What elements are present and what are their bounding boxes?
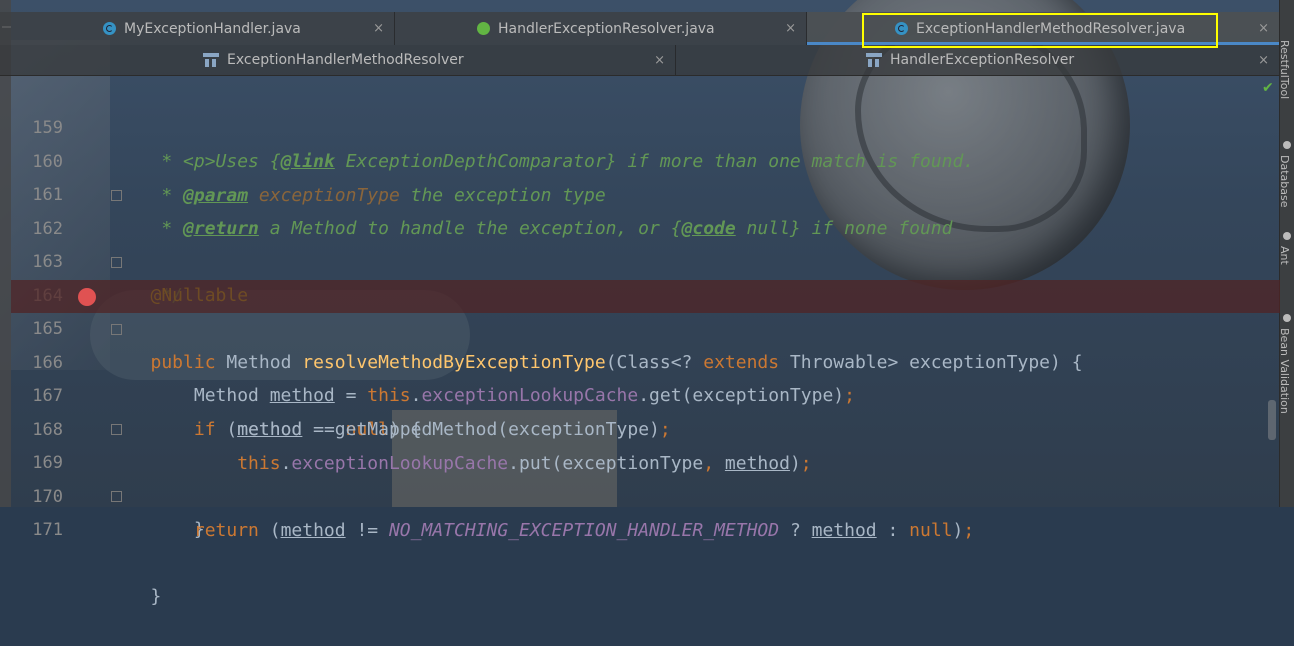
code-line: 161 * @return a Method to handle the exc… bbox=[11, 146, 1280, 239]
code-line: 162 */ bbox=[11, 180, 1280, 306]
structure-icon bbox=[866, 53, 882, 67]
breakpoint-icon[interactable] bbox=[78, 288, 96, 306]
code-line: 167 method = getMappedMethod(exceptionTy… bbox=[11, 347, 1280, 440]
code-line: 163 @Nullable bbox=[11, 213, 1280, 306]
right-tool-sidebar: RestfulTool Database Ant Bean Validation bbox=[1278, 0, 1294, 507]
structure-tabs: ExceptionHandlerMethodResolver × Handler… bbox=[0, 45, 1280, 76]
code-line: 168 this.exceptionLookupCache.put(except… bbox=[11, 381, 1280, 474]
ant-icon bbox=[1283, 232, 1291, 240]
close-icon[interactable]: × bbox=[1258, 53, 1269, 68]
structure-icon bbox=[203, 53, 219, 67]
bean-validation-icon bbox=[1283, 314, 1291, 322]
fold-marker-icon[interactable] bbox=[111, 491, 122, 502]
database-icon bbox=[1283, 141, 1291, 149]
code-line: 166 if (method == null) { bbox=[11, 314, 1280, 440]
code-line: 170 return (method != NO_MATCHING_EXCEPT… bbox=[11, 448, 1280, 541]
code-text: return (method != NO_MATCHING_EXCEPTION_… bbox=[118, 520, 975, 541]
left-tool-strip bbox=[0, 0, 11, 507]
code-line: 160 * @param exceptionType the exception… bbox=[11, 113, 1280, 206]
interface-i-icon bbox=[477, 22, 490, 35]
class-c-icon bbox=[103, 22, 116, 35]
code-line: 171 } bbox=[11, 481, 1280, 607]
code-line: 164 public Method resolveMethodByExcepti… bbox=[11, 247, 1280, 373]
tab-handlerexceptionresolver[interactable]: HandlerExceptionResolver.java × bbox=[395, 12, 807, 45]
tab-label: HandlerExceptionResolver.java bbox=[498, 20, 715, 37]
code-line: 159 * <p>Uses {@link ExceptionDepthCompa… bbox=[11, 79, 1280, 172]
code-editor[interactable]: 159 * <p>Uses {@link ExceptionDepthCompa… bbox=[11, 76, 1280, 607]
tab-myexceptionhandler[interactable]: MyExceptionHandler.java × bbox=[0, 12, 395, 45]
fold-marker-icon[interactable] bbox=[111, 257, 122, 268]
fold-marker-icon[interactable] bbox=[111, 324, 122, 335]
tab-structure-exceptionhandlermethodresolver[interactable]: ExceptionHandlerMethodResolver × bbox=[0, 45, 676, 75]
code-line-breakpoint: 165 Method method = this.exceptionLookup… bbox=[11, 280, 1280, 406]
tab-label: MyExceptionHandler.java bbox=[124, 20, 301, 37]
close-icon[interactable]: × bbox=[785, 21, 796, 36]
tab-label: HandlerExceptionResolver bbox=[890, 52, 1075, 68]
fold-marker-icon[interactable] bbox=[111, 190, 122, 201]
line-number: 171 bbox=[32, 520, 63, 540]
close-icon[interactable]: × bbox=[1258, 21, 1269, 36]
tab-label: ExceptionHandlerMethodResolver bbox=[227, 52, 464, 68]
code-line: 169 } bbox=[11, 414, 1280, 540]
close-icon[interactable]: × bbox=[654, 53, 665, 68]
code-text: } bbox=[118, 586, 162, 607]
tab-structure-handlerexceptionresolver[interactable]: HandlerExceptionResolver × bbox=[676, 45, 1280, 75]
close-icon[interactable]: × bbox=[373, 21, 384, 36]
fold-marker-icon[interactable] bbox=[111, 424, 122, 435]
highlight-box bbox=[862, 13, 1218, 48]
